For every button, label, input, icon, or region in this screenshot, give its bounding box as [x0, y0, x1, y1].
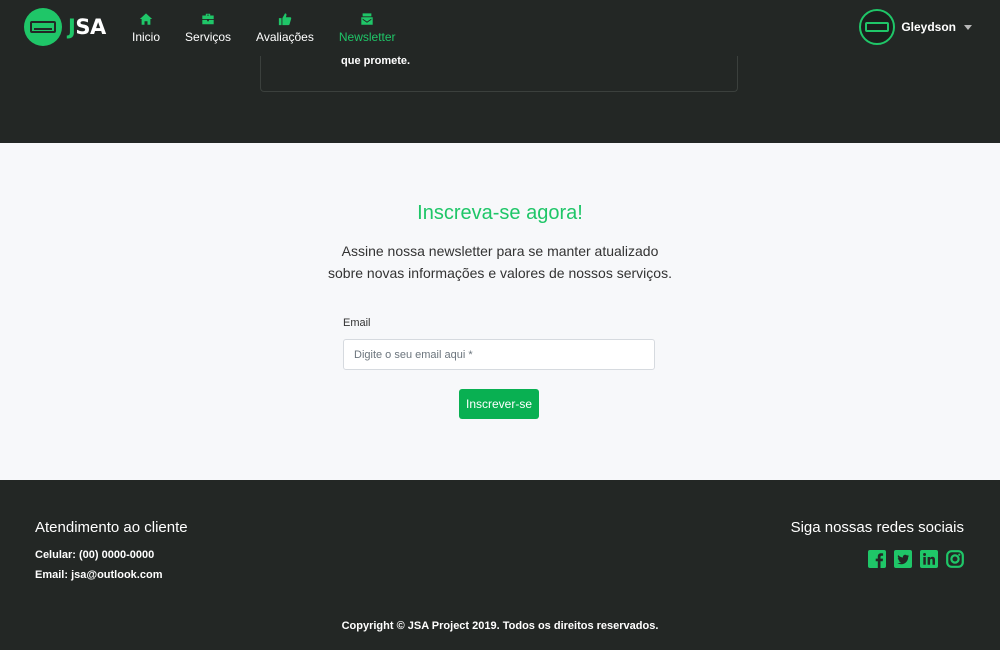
nav-item-newsletter[interactable]: Newsletter	[329, 0, 406, 56]
nav-item-inicio[interactable]: Inicio	[122, 0, 170, 56]
twitter-icon	[894, 550, 912, 568]
air-conditioner-icon	[24, 8, 62, 46]
newsletter-section: Inscreva-se agora! Assine nossa newslett…	[0, 143, 1000, 480]
nav-item-avaliacoes[interactable]: Avaliações	[246, 0, 324, 56]
facebook-link[interactable]	[868, 550, 886, 568]
social-title: Siga nossas redes sociais	[790, 519, 964, 536]
brand-name: JSA	[68, 15, 106, 39]
home-icon	[139, 13, 153, 25]
avatar	[859, 9, 896, 45]
user-menu-toggle[interactable]: Gleydson	[859, 9, 972, 45]
brand-letters-sa: SA	[75, 15, 106, 39]
email-label: Email	[343, 317, 371, 329]
footer: Atendimento ao cliente Celular: (00) 000…	[0, 480, 1000, 650]
nav-label: Newsletter	[338, 30, 396, 44]
toolbox-icon	[202, 13, 214, 25]
support-title: Atendimento ao cliente	[35, 519, 188, 536]
newsletter-description-line-1: Assine nossa newsletter para se manter a…	[341, 243, 659, 259]
twitter-link[interactable]	[894, 550, 912, 568]
subscribe-button[interactable]: Inscrever-se	[459, 389, 539, 419]
support-phone: Celular: (00) 0000-0000	[35, 549, 155, 561]
nav-item-servicos[interactable]: Serviços	[175, 0, 241, 56]
user-name: Gleydson	[901, 20, 956, 34]
testimonial-text: que promete.	[341, 55, 411, 67]
email-field[interactable]	[343, 339, 655, 370]
newsletter-title: Inscreva-se agora!	[417, 202, 583, 224]
air-conditioner-icon	[865, 22, 890, 32]
instagram-icon	[946, 550, 964, 568]
newsletter-description: Assine nossa newsletter para se manter a…	[300, 240, 700, 284]
mail-bulk-icon	[361, 13, 373, 25]
newsletter-description-line-2: sobre novas informações e valores de nos…	[328, 265, 672, 281]
instagram-link[interactable]	[946, 550, 964, 568]
brand-logo-link[interactable]: JSA	[24, 8, 106, 46]
facebook-icon	[868, 550, 886, 568]
testimonials-section: que promete.	[0, 46, 1000, 143]
social-links	[860, 550, 964, 568]
caret-down-icon	[964, 24, 972, 30]
linkedin-icon	[920, 550, 938, 568]
support-email: Email: jsa@outlook.com	[35, 569, 163, 581]
linkedin-link[interactable]	[920, 550, 938, 568]
thumbs-up-icon	[278, 13, 292, 26]
nav-label: Inicio	[132, 30, 161, 44]
top-navbar: JSA Inicio Serviços Avaliações Newslette…	[0, 0, 1000, 56]
nav-label: Avaliações	[256, 30, 314, 44]
main-nav: Inicio Serviços Avaliações Newsletter	[122, 0, 411, 56]
nav-label: Serviços	[185, 30, 232, 44]
copyright-text: Copyright © JSA Project 2019. Todos os d…	[341, 620, 659, 632]
